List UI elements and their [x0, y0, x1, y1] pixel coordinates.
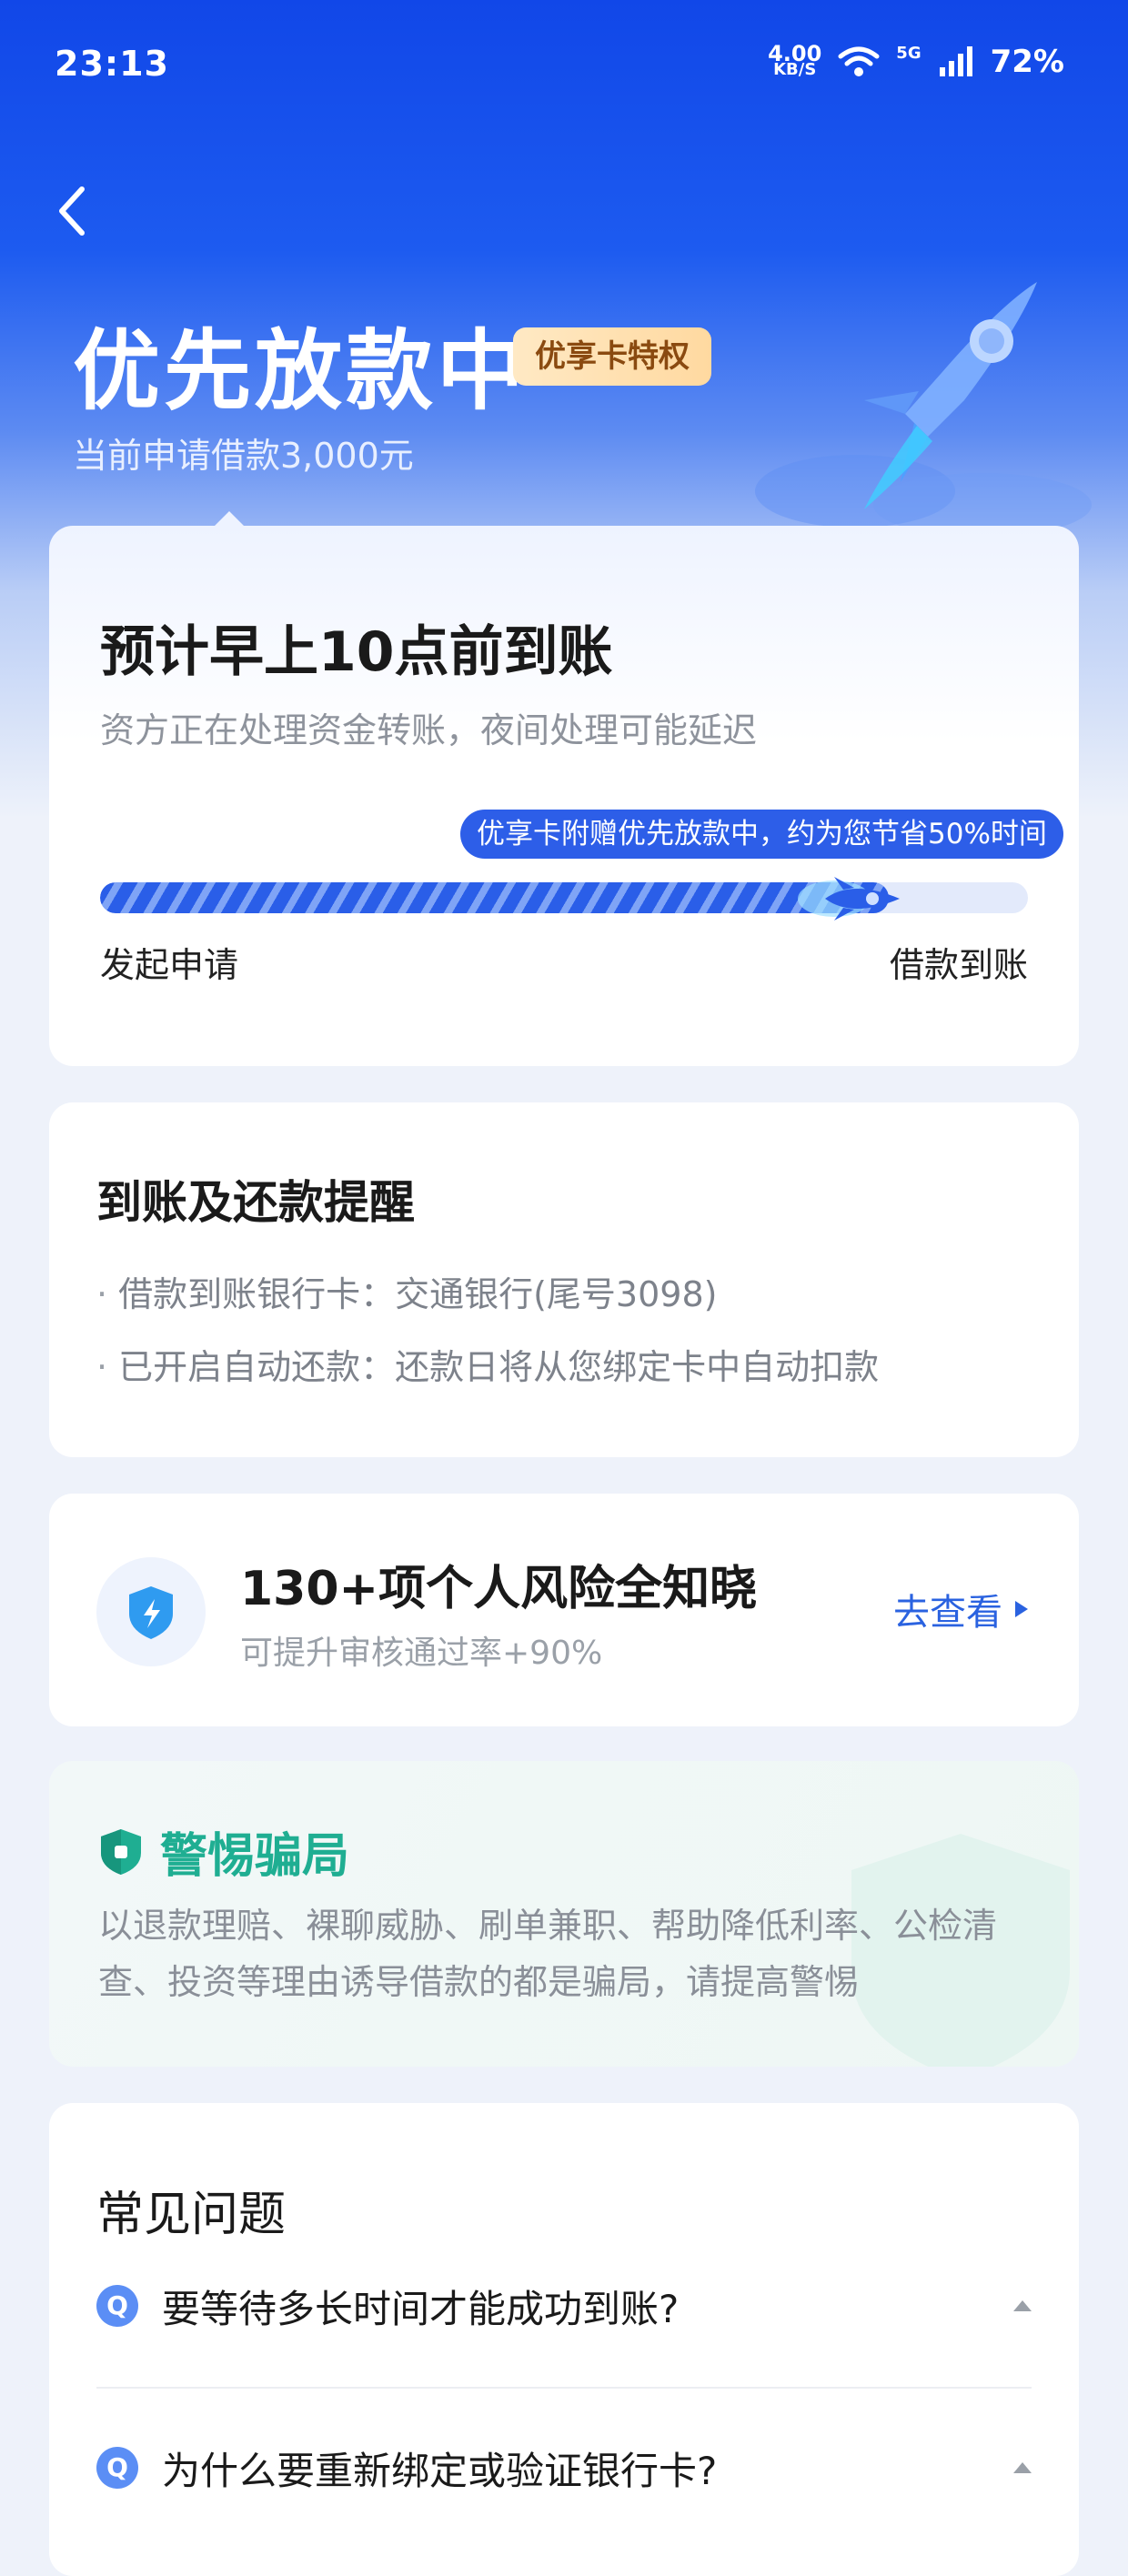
faq-question[interactable]: 为什么要重新绑定或验证银行卡?: [162, 2440, 1013, 2496]
faq-title: 常见问题: [96, 2188, 287, 2242]
fraud-warning-card: 警惕骗局 以退款理赔、裸聊威胁、刷单兼职、帮助降低利率、公检清查、投资等理由诱导…: [49, 1761, 1079, 2067]
signal-icon: [939, 46, 972, 76]
progress-end-label: 借款到账: [889, 945, 1028, 985]
net-speed: 4.00 KB/S: [768, 43, 821, 79]
fraud-description: 以退款理赔、裸聊威胁、刷单兼职、帮助降低利率、公检清查、投资等理由诱导借款的都是…: [98, 1906, 998, 2002]
progress-fill: [100, 882, 889, 913]
reminder-title: 到账及还款提醒: [96, 1176, 415, 1229]
reminder-item: 已开启自动还款：还款日将从您绑定卡中自动扣款: [96, 1339, 879, 1389]
reminder-card: 到账及还款提醒 借款到账银行卡：交通银行(尾号3098) 已开启自动还款：还款日…: [49, 1102, 1079, 1457]
shield-bolt-icon: [129, 1586, 173, 1639]
play-arrow-icon: [1015, 1601, 1028, 1617]
faq-question[interactable]: 要等待多长时间才能成功到账?: [162, 2279, 1013, 2334]
view-risk-label[interactable]: 去查看: [893, 1583, 1002, 1635]
battery-level: 72%: [990, 44, 1064, 80]
progress-card: 预计早上10点前到账 资方正在处理资金转账，夜间处理可能延迟 优享卡附赠优先放款…: [49, 511, 1079, 1066]
page-title: 优先放款中: [73, 320, 528, 422]
progress-start-label: 发起申请: [100, 945, 239, 985]
faq-item[interactable]: Q 要等待多长时间才能成功到账?: [96, 2265, 1032, 2347]
fraud-title: 警惕骗局: [160, 1829, 350, 1884]
faq-q-badge: Q: [96, 2447, 138, 2489]
risk-card[interactable]: 130+项个人风险全知晓 可提升审核通过率+90% 去查看: [49, 1494, 1079, 1726]
back-arrow-icon[interactable]: [51, 184, 91, 238]
shield-check-icon: [101, 1828, 141, 1875]
faq-q-badge: Q: [96, 2285, 138, 2327]
network-type: 5G: [896, 44, 922, 63]
risk-subtitle: 可提升审核通过率+90%: [240, 1635, 603, 1672]
rocket-illustration: [755, 282, 1092, 537]
caret-up-icon[interactable]: [1013, 2300, 1032, 2311]
status-time: 23:13: [55, 44, 169, 84]
status-right: 4.00 KB/S 5G 72%: [768, 43, 1064, 80]
risk-icon-wrap: [96, 1557, 206, 1666]
caret-up-icon[interactable]: [1013, 2462, 1032, 2473]
faq-item[interactable]: Q 为什么要重新绑定或验证银行卡?: [96, 2427, 1032, 2509]
privilege-badge: 优享卡特权: [513, 327, 711, 386]
progress-rocket-icon: [798, 877, 900, 921]
risk-title: 130+项个人风险全知晓: [240, 1562, 758, 1616]
priority-tip-bubble: 优享卡附赠优先放款中，约为您节省50%时间: [460, 810, 1063, 859]
faq-card: 常见问题 Q 要等待多长时间才能成功到账? Q 为什么要重新绑定或验证银行卡?: [49, 2103, 1079, 2576]
card-pointer: [213, 511, 246, 528]
loan-amount-subtitle: 当前申请借款3,000元: [73, 436, 414, 476]
eta-heading: 预计早上10点前到账: [100, 620, 613, 684]
status-bar: 23:13 4.00 KB/S 5G 72%: [55, 43, 1073, 87]
reminder-item: 借款到账银行卡：交通银行(尾号3098): [96, 1266, 717, 1316]
eta-note: 资方正在处理资金转账，夜间处理可能延迟: [100, 710, 758, 750]
wifi-icon: [838, 46, 880, 76]
faq-divider: [96, 2387, 1032, 2389]
fraud-title-row: 警惕骗局: [98, 1817, 349, 1886]
view-risk-link[interactable]: 去查看: [893, 1583, 1028, 1635]
net-speed-unit: KB/S: [773, 60, 817, 79]
